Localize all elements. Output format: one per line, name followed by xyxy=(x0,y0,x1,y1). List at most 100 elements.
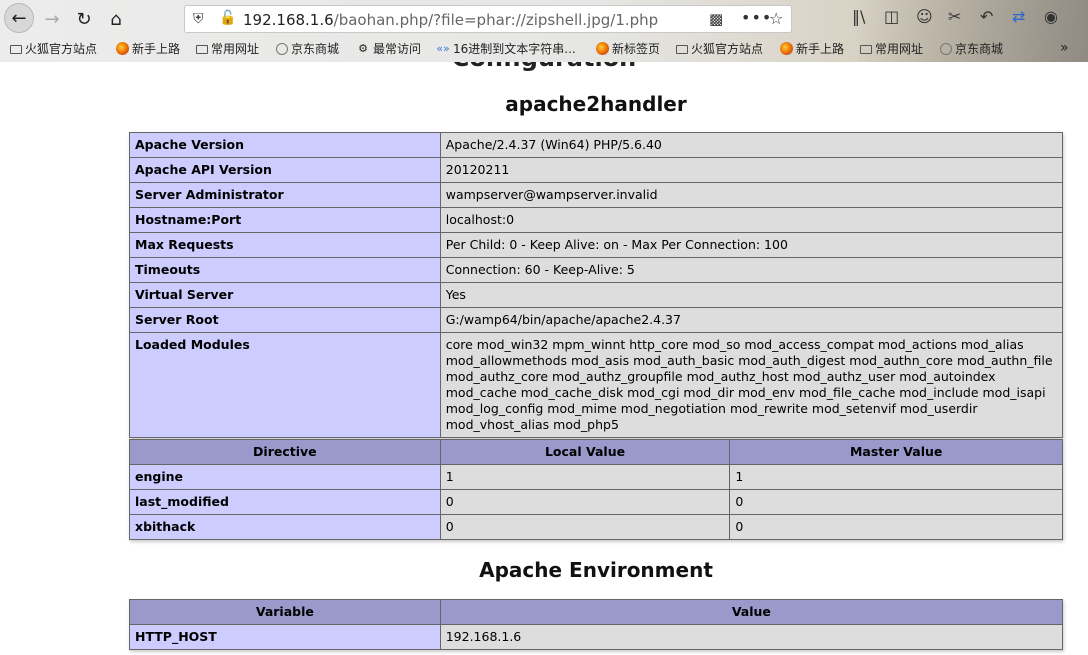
folder-icon xyxy=(10,45,22,54)
apache2handler-table: Apache Version Apache/2.4.37 (Win64) PHP/… xyxy=(129,132,1064,438)
row-key: Virtual Server xyxy=(129,282,441,308)
row-value: Yes xyxy=(439,282,1064,308)
row-key: Server Administrator xyxy=(129,182,441,208)
code-icon: «» xyxy=(436,41,450,55)
row-key: HTTP_HOST xyxy=(129,624,441,650)
bookmark-item[interactable]: ⚙ 最常访问 xyxy=(356,40,421,57)
column-header: Directive xyxy=(129,439,441,465)
account-icon[interactable]: ☺ xyxy=(916,7,933,26)
folder-icon xyxy=(676,45,688,54)
sidebar-icon[interactable]: ◫ xyxy=(884,7,899,26)
row-key: Apache API Version xyxy=(129,157,441,183)
row-value: 192.168.1.6 xyxy=(439,624,1064,650)
bookmarks-overflow-icon[interactable]: » xyxy=(1060,40,1069,56)
row-value: 0 xyxy=(729,514,1063,540)
row-value: localhost:0 xyxy=(439,207,1064,233)
bookmark-item[interactable]: 新手上路 xyxy=(780,40,844,57)
back-arrow-icon[interactable]: ← xyxy=(4,3,34,33)
bookmark-label: 京东商城 xyxy=(291,42,340,56)
table-row: Timeouts Connection: 60 - Keep-Alive: 5 xyxy=(129,257,1064,283)
table-row: Server Administrator wampserver@wampserve… xyxy=(129,182,1064,208)
bookmark-item[interactable]: 京东商城 xyxy=(940,40,1003,57)
table-row: Server Root G:/wamp64/bin/apache/apache2.… xyxy=(129,307,1064,333)
gear-icon: ⚙ xyxy=(358,41,368,55)
url-text[interactable]: 192.168.1.6/baohan.php/?file=phar://zips… xyxy=(243,11,658,29)
insecure-lock-icon[interactable]: 🔓 xyxy=(219,10,236,26)
home-icon[interactable]: ⌂ xyxy=(102,5,130,33)
browser-toolbar: ← → ↻ ⌂ ⛨ 🔓 192.168.1.6/baohan.php/?file… xyxy=(0,0,1088,62)
bookmark-label: 最常访问 xyxy=(373,42,422,56)
firefox-icon xyxy=(116,42,129,55)
bookmark-item[interactable]: «» 16进制到文本字符串... xyxy=(436,40,576,57)
bookmark-item[interactable]: 新手上路 xyxy=(116,40,180,57)
table-row: HTTP_HOST 192.168.1.6 xyxy=(129,624,1064,650)
directives-table: Directive Local Value Master Value engin… xyxy=(129,439,1063,540)
firefox-icon xyxy=(596,42,609,55)
row-key: Hostname:Port xyxy=(129,207,441,233)
table-row: engine 1 1 xyxy=(129,464,1063,490)
row-value: Apache/2.4.37 (Win64) PHP/5.6.40 xyxy=(439,132,1064,158)
row-value: 0 xyxy=(439,489,731,515)
column-header: Value xyxy=(439,599,1064,625)
row-value: core mod_win32 mpm_winnt http_core mod_s… xyxy=(439,332,1064,438)
table-row: Hostname:Port localhost:0 xyxy=(129,207,1064,233)
column-header: Variable xyxy=(129,599,441,625)
bookmark-item[interactable]: 京东商城 xyxy=(276,40,339,57)
screenshot-icon[interactable]: ✂ xyxy=(948,7,961,26)
reload-icon[interactable]: ↻ xyxy=(70,5,98,33)
row-key: Timeouts xyxy=(129,257,441,283)
undo-icon[interactable]: ↶ xyxy=(980,7,993,26)
section-heading-apache-environment: Apache Environment xyxy=(479,558,713,582)
extension-icon[interactable]: ◉ xyxy=(1044,7,1058,26)
row-key: engine xyxy=(129,464,441,490)
more-actions-icon[interactable]: ••• xyxy=(741,8,772,27)
table-row: Loaded Modules core mod_win32 mpm_winnt h… xyxy=(129,332,1064,438)
environment-table: Variable Value HTTP_HOST 192.168.1.6 xyxy=(129,599,1064,650)
row-value: 0 xyxy=(439,514,731,540)
forward-arrow-icon[interactable]: → xyxy=(38,5,66,33)
qr-code-icon[interactable]: ▩ xyxy=(709,10,723,28)
firefox-icon xyxy=(780,42,793,55)
page-content: Configuration apache2handler Apache Vers… xyxy=(0,62,1088,655)
row-key: Apache Version xyxy=(129,132,441,158)
bookmark-folder[interactable]: 常用网址 xyxy=(860,40,923,57)
column-header: Local Value xyxy=(439,439,731,465)
table-row: xbithack 0 0 xyxy=(129,514,1063,540)
bookmark-star-icon[interactable]: ☆ xyxy=(769,9,783,28)
bookmark-label: 16进制到文本字符串... xyxy=(453,42,576,56)
bookmark-label: 火狐官方站点 xyxy=(691,42,764,56)
bookmark-label: 新手上路 xyxy=(132,42,181,56)
row-key: Server Root xyxy=(129,307,441,333)
bookmark-folder[interactable]: 常用网址 xyxy=(196,40,259,57)
sync-icon[interactable]: ⇄ xyxy=(1012,7,1025,26)
bookmark-label: 新手上路 xyxy=(796,42,845,56)
row-value: Per Child: 0 - Keep Alive: on - Max Per … xyxy=(439,232,1064,258)
page-title: Configuration xyxy=(0,62,1088,72)
row-key: xbithack xyxy=(129,514,441,540)
bookmark-folder[interactable]: 火狐官方站点 xyxy=(10,40,97,57)
row-value: wampserver@wampserver.invalid xyxy=(439,182,1064,208)
url-host: 192.168.1.6 xyxy=(243,11,334,29)
table-row: Virtual Server Yes xyxy=(129,282,1064,308)
bookmark-label: 火狐官方站点 xyxy=(25,42,98,56)
url-path: /baohan.php/?file=phar://zipshell.jpg/1.… xyxy=(333,11,659,29)
bookmark-label: 京东商城 xyxy=(955,42,1004,56)
address-bar[interactable]: ⛨ 🔓 192.168.1.6/baohan.php/?file=phar://… xyxy=(184,5,792,33)
table-row: last_modified 0 0 xyxy=(129,489,1063,515)
row-value: 20120211 xyxy=(439,157,1064,183)
globe-icon xyxy=(940,42,952,55)
bookmark-item[interactable]: 新标签页 xyxy=(596,40,660,57)
shield-icon[interactable]: ⛨ xyxy=(193,11,204,27)
row-value: 1 xyxy=(439,464,731,490)
table-row: Max Requests Per Child: 0 - Keep Alive: o… xyxy=(129,232,1064,258)
bookmark-label: 常用网址 xyxy=(211,42,260,56)
table-row: Apache API Version 20120211 xyxy=(129,157,1064,183)
table-row: Apache Version Apache/2.4.37 (Win64) PHP/… xyxy=(129,132,1064,158)
library-icon[interactable]: ‖\ xyxy=(852,7,865,26)
folder-icon xyxy=(196,45,208,54)
row-value: G:/wamp64/bin/apache/apache2.4.37 xyxy=(439,307,1064,333)
row-value: Connection: 60 - Keep-Alive: 5 xyxy=(439,257,1064,283)
bookmark-folder[interactable]: 火狐官方站点 xyxy=(676,40,763,57)
row-value: 1 xyxy=(729,464,1063,490)
bookmark-label: 常用网址 xyxy=(875,42,924,56)
